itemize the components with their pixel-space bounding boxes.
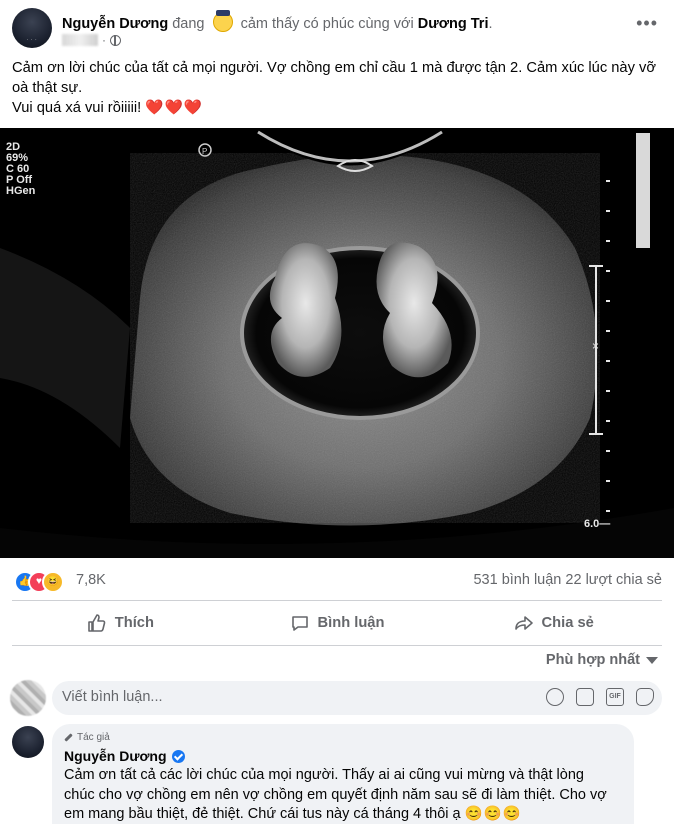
reply-author-name[interactable]: Nguyễn Dương: [64, 748, 185, 764]
feeling-emoji-icon: [212, 10, 233, 32]
post-author-line: Nguyễn Dương đang cảm thấy có phúc cùng …: [62, 10, 493, 32]
current-user-avatar[interactable]: [10, 680, 46, 716]
smile-emoji: 😊😊😊: [464, 806, 522, 822]
comment-button[interactable]: Bình luận: [229, 603, 446, 643]
depth-value: 6.0: [584, 518, 600, 530]
post-line-1: Cảm ơn lời chúc của tất cả mọi người. Vợ…: [12, 60, 656, 76]
comment-icon: [291, 616, 308, 631]
reply-body: Cảm ơn tất cả các lời chúc của mọi người…: [64, 766, 624, 825]
verified-badge-icon: [171, 749, 185, 763]
globe-icon[interactable]: [110, 34, 121, 46]
tagged-suffix: .: [488, 16, 493, 32]
author-avatar[interactable]: · · ·: [12, 8, 52, 48]
comment-input[interactable]: Viết bình luận... GIF: [52, 681, 662, 715]
pen-icon: [64, 733, 73, 742]
reaction-count[interactable]: 7,8K: [76, 572, 106, 588]
tagged-name[interactable]: Dương Tri: [418, 16, 489, 32]
svg-text:×: ×: [592, 339, 599, 353]
share-label: Chia sẻ: [541, 615, 594, 631]
post-meta: ·: [62, 33, 121, 47]
sort-label: Phù hợp nhất: [545, 652, 640, 668]
post-header: · · · Nguyễn Dương đang cảm thấy có phúc…: [0, 0, 674, 56]
author-tag-label: Tác giả: [77, 732, 110, 743]
comment-count[interactable]: 531 bình luận: [473, 572, 561, 588]
author-name[interactable]: Nguyễn Dương: [62, 16, 168, 32]
share-button[interactable]: Chia sẻ: [445, 603, 662, 643]
ultrasound-image[interactable]: × P 2D 69% C 60 P Off HGen 6.0—: [0, 128, 674, 558]
reply-name-text: Nguyễn Dương: [64, 748, 167, 764]
author-comment: Tác giả Nguyễn Dương Cảm ơn tất cả các l…: [52, 724, 634, 824]
comment-label: Bình luận: [317, 615, 385, 631]
camera-icon[interactable]: [576, 688, 594, 706]
hearts-emoji: ❤️❤️❤️: [145, 100, 204, 116]
reply-line-3-text: em mang bầu thiệt, đẻ thiệt. Chứ cái tus…: [64, 806, 461, 822]
depth-label: 6.0—: [584, 518, 611, 530]
like-label: Thích: [114, 615, 154, 631]
share-icon: [514, 616, 533, 630]
emoji-icon[interactable]: [546, 688, 564, 706]
reply-line-3: em mang bầu thiệt, đẻ thiệt. Chứ cái tus…: [64, 805, 624, 825]
dot-separator: ·: [102, 33, 106, 47]
reactions-summary: 👍 ♥ 😆 7,8K 531 bình luận 22 lượt chia sẻ: [12, 570, 662, 593]
ultrasound-scan: × P: [0, 128, 674, 558]
avatar-caption: · · ·: [26, 37, 38, 43]
like-button[interactable]: Thích: [12, 603, 229, 643]
feeling-prefix: đang: [172, 16, 205, 32]
post-line-3-text: Vui quá xá vui rồiiiii!: [12, 100, 142, 116]
gif-icon[interactable]: GIF: [606, 688, 624, 706]
more-options-icon[interactable]: •••: [636, 14, 658, 32]
svg-text:P: P: [202, 147, 207, 156]
comment-placeholder: Viết bình luận...: [62, 689, 163, 705]
like-icon: [87, 614, 106, 632]
sticker-icon[interactable]: [636, 688, 654, 706]
comment-tools: GIF: [546, 688, 654, 706]
ultrasound-overlay: 2D 69% C 60 P Off HGen: [6, 142, 35, 197]
overlay-freq: HGen: [6, 185, 36, 197]
comment-sort-dropdown[interactable]: Phù hợp nhất: [546, 652, 658, 668]
post-actions: Thích Bình luận Chia sẻ: [12, 603, 662, 643]
reaction-icons[interactable]: 👍 ♥ 😆: [14, 571, 74, 593]
divider-bottom: [12, 645, 662, 646]
share-count[interactable]: 22 lượt chia sẻ: [565, 572, 662, 588]
post-timestamp-blurred[interactable]: [62, 34, 98, 46]
reply-line-1: Cảm ơn tất cả các lời chúc của mọi người…: [64, 767, 584, 783]
engagement-stats: 531 bình luận 22 lượt chia sẻ: [473, 572, 662, 588]
post-line-3: Vui quá xá vui rồiiiii! ❤️❤️❤️: [12, 98, 662, 118]
haha-reaction-icon: 😆: [42, 571, 64, 593]
feeling-text: cảm thấy có phúc cùng với: [240, 16, 414, 32]
post-body: Cảm ơn lời chúc của tất cả mọi người. Vợ…: [12, 58, 662, 118]
author-tag: Tác giả: [64, 732, 110, 743]
reply-author-avatar[interactable]: [12, 726, 44, 758]
divider-top: [12, 600, 662, 601]
reply-line-2: chúc cho vợ chồng em nên vợ chồng em quy…: [64, 786, 607, 803]
post-line-2: oà thật sự.: [12, 80, 83, 96]
caret-down-icon: [646, 656, 658, 664]
